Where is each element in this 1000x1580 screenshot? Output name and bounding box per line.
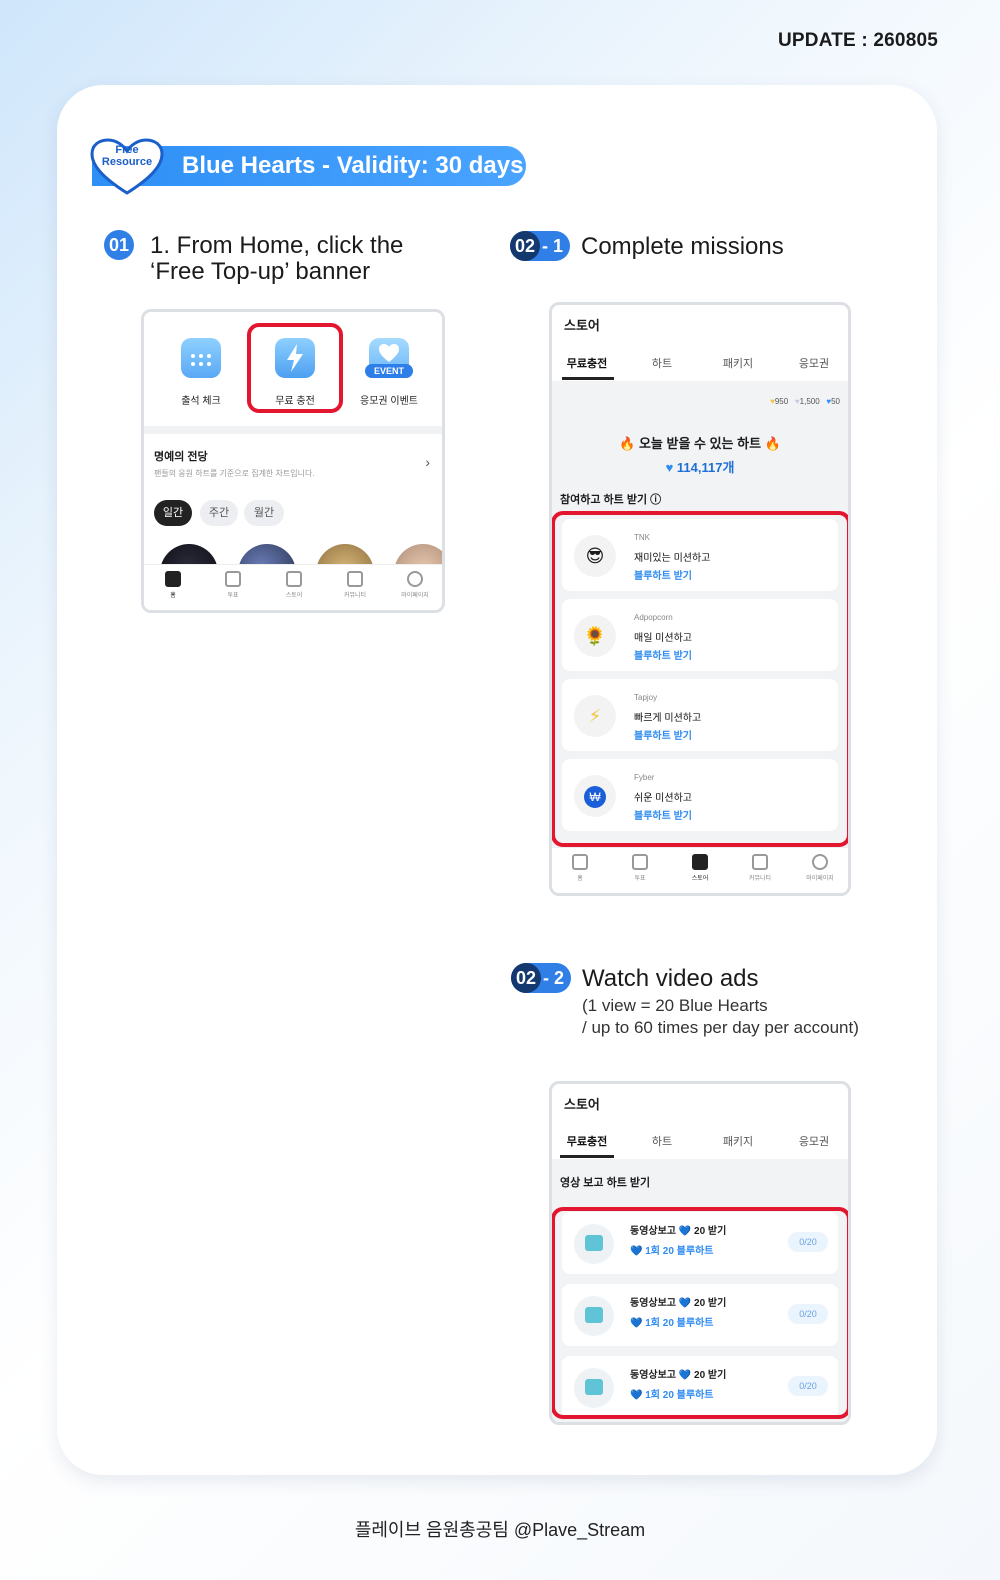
step-01-badge: 01 bbox=[104, 230, 134, 260]
vote-icon bbox=[632, 854, 648, 870]
step-02-1-title: Complete missions bbox=[581, 233, 784, 260]
hall-of-fame-title: 명예의 전당 bbox=[154, 451, 208, 463]
balance-white: 1,500 bbox=[799, 397, 820, 406]
balance-blue: 50 bbox=[831, 397, 840, 406]
nav-store[interactable]: 스토어 bbox=[269, 571, 319, 599]
tab-underline bbox=[562, 377, 614, 380]
store-title: 스토어 bbox=[564, 1097, 600, 1112]
nav-home[interactable]: 홈 bbox=[148, 571, 198, 599]
store-title: 스토어 bbox=[564, 318, 600, 333]
nav-mypage[interactable]: 마이페이지 bbox=[390, 571, 440, 599]
nav-vote-label: 투표 bbox=[634, 876, 646, 882]
nav-home-label: 홈 bbox=[577, 876, 583, 882]
store-videos-screenshot: 스토어 무료충전 하트 패키지 응모권 영상 보고 하트 받기 동영상보고 💙 … bbox=[549, 1081, 851, 1425]
store-icon bbox=[692, 854, 708, 870]
tab-hearts[interactable]: 하트 bbox=[627, 355, 697, 371]
step-02-1-sub: - 1 bbox=[542, 236, 564, 256]
home-icon bbox=[165, 571, 181, 587]
home-phone-screenshot: 출석 체크 무료 충전 EVENT 응모권 이벤트 명예의 전당 팬들의 응원 … bbox=[141, 309, 445, 613]
home-icon bbox=[572, 854, 588, 870]
nav-store-label: 스토어 bbox=[691, 876, 709, 882]
ticket-event-label: 응모권 이벤트 bbox=[360, 396, 418, 407]
tab-package[interactable]: 패키지 bbox=[703, 355, 773, 371]
store-missions-screenshot: 스토어 무료충전 하트 패키지 응모권 ♥950 ♥1,500 ♥50 🔥 오늘… bbox=[549, 302, 851, 896]
vote-icon bbox=[225, 571, 241, 587]
badge-line2: Resource bbox=[101, 156, 153, 168]
nav-vote[interactable]: 투표 bbox=[208, 571, 258, 599]
nav-vote[interactable]: 투표 bbox=[615, 854, 665, 882]
highlight-box bbox=[552, 1207, 848, 1419]
hall-of-fame-subtitle: 팬들의 응원 하트를 기준으로 집계한 차트입니다. bbox=[154, 469, 315, 478]
store-icon bbox=[286, 571, 302, 587]
bottom-nav: 홈 투표 스토어 커뮤니티 마이페이지 bbox=[144, 564, 442, 610]
tab-ticket[interactable]: 응모권 bbox=[779, 355, 848, 371]
step-01-title-line1: 1. From Home, click the bbox=[150, 232, 404, 259]
step-02-1-num: 02 bbox=[510, 231, 540, 261]
tab-free-charge[interactable]: 무료충전 bbox=[552, 1133, 622, 1149]
calendar-icon bbox=[181, 338, 221, 378]
tab-ticket[interactable]: 응모권 bbox=[779, 1133, 848, 1149]
nav-community-label: 커뮤니티 bbox=[748, 876, 772, 882]
chip-weekly[interactable]: 주간 bbox=[200, 500, 238, 526]
nav-community[interactable]: 커뮤니티 bbox=[330, 571, 380, 599]
tab-package[interactable]: 패키지 bbox=[703, 1133, 773, 1149]
tab-underline bbox=[560, 1155, 614, 1158]
step-02-2-detail: (1 view = 20 Blue Hearts / up to 60 time… bbox=[582, 995, 859, 1039]
section-divider bbox=[144, 426, 442, 434]
event-tag: EVENT bbox=[365, 364, 413, 378]
step-02-2-num: 02 bbox=[511, 963, 541, 993]
heart-ticket-icon: EVENT bbox=[365, 338, 413, 378]
step-01-title-line2: ‘Free Top-up’ banner bbox=[150, 258, 371, 285]
nav-mypage-label: 마이페이지 bbox=[806, 876, 834, 882]
nav-home[interactable]: 홈 bbox=[555, 854, 605, 882]
nav-store-label: 스토어 bbox=[285, 593, 303, 599]
nav-vote-label: 투표 bbox=[227, 593, 239, 599]
today-value-text: 114,117개 bbox=[676, 460, 735, 475]
attendance-label: 출석 체크 bbox=[181, 396, 221, 407]
nav-mypage-label: 마이페이지 bbox=[401, 593, 429, 599]
tab-free-charge[interactable]: 무료충전 bbox=[552, 355, 622, 371]
badge-line1: Free bbox=[115, 144, 139, 156]
chip-daily[interactable]: 일간 bbox=[154, 500, 192, 526]
highlight-box bbox=[247, 323, 343, 413]
chat-icon bbox=[752, 854, 768, 870]
step-02-2-line1: (1 view = 20 Blue Hearts bbox=[582, 996, 768, 1015]
nav-community[interactable]: 커뮤니티 bbox=[735, 854, 785, 882]
step-02-2-sub: - 2 bbox=[543, 968, 565, 988]
bottom-nav: 홈 투표 스토어 커뮤니티 마이페이지 bbox=[552, 847, 848, 893]
balance-yellow: 950 bbox=[774, 397, 789, 406]
step-02-2-title: Watch video ads bbox=[582, 965, 759, 992]
nav-home-label: 홈 bbox=[170, 593, 176, 599]
step-02-1-badge: 02 - 1 bbox=[510, 231, 570, 261]
chat-icon bbox=[347, 571, 363, 587]
user-icon bbox=[407, 571, 423, 587]
heart-balances: ♥950 ♥1,500 ♥50 bbox=[770, 397, 840, 406]
today-hearts-label: 🔥 오늘 받을 수 있는 하트 🔥 bbox=[619, 436, 781, 451]
user-icon bbox=[812, 854, 828, 870]
footer-credit: 플레이브 음원총공팀 @Plave_Stream bbox=[354, 1520, 646, 1540]
step-01-title: 1. From Home, click the ‘Free Top-up’ ba… bbox=[150, 233, 403, 285]
tab-hearts[interactable]: 하트 bbox=[627, 1133, 697, 1149]
video-section-title: 영상 보고 하트 받기 bbox=[560, 1177, 651, 1189]
ticket-event[interactable]: EVENT 응모권 이벤트 bbox=[344, 338, 434, 407]
update-date: UPDATE : 260805 bbox=[778, 30, 938, 51]
free-resource-heart-icon: Free Resource bbox=[90, 138, 164, 196]
mission-section-title: 참여하고 하트 받기 ⓘ bbox=[560, 494, 662, 506]
highlight-box bbox=[552, 511, 848, 847]
step-02-2-line2: / up to 60 times per day per account) bbox=[582, 1018, 859, 1037]
step-02-2-badge: 02 - 2 bbox=[511, 963, 571, 993]
today-hearts-value: ♥ 114,117개 bbox=[552, 457, 848, 476]
chip-monthly[interactable]: 월간 bbox=[244, 500, 284, 526]
nav-store[interactable]: 스토어 bbox=[675, 854, 725, 882]
nav-mypage[interactable]: 마이페이지 bbox=[795, 854, 845, 882]
nav-community-label: 커뮤니티 bbox=[343, 593, 367, 599]
chevron-right-icon[interactable]: › bbox=[425, 454, 430, 470]
blue-heart-icon: ♥ bbox=[665, 460, 674, 475]
attendance-check[interactable]: 출석 체크 bbox=[156, 338, 246, 407]
